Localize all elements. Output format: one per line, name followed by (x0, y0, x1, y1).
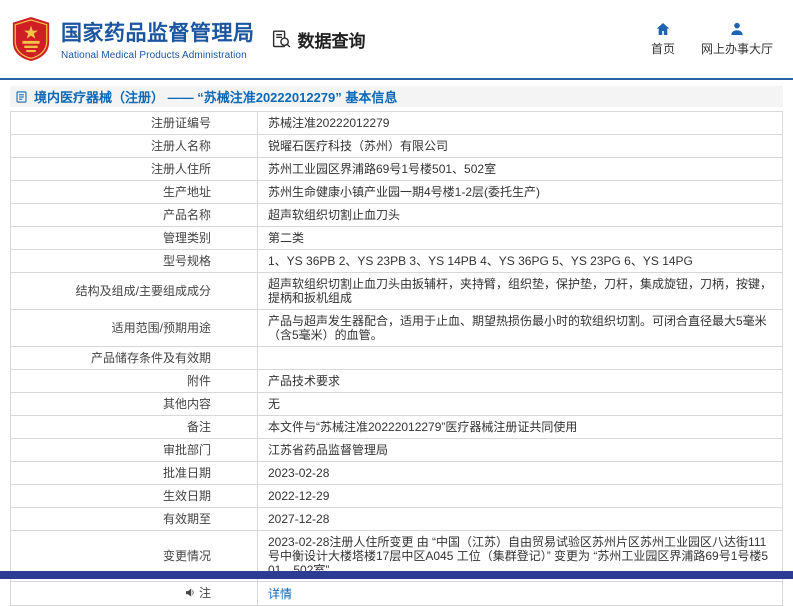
row-value: 锐曜石医疗科技（苏州）有限公司 (257, 134, 783, 158)
row-label: 附件 (10, 369, 258, 393)
data-query-heading: 数据查询 (271, 27, 366, 52)
row-value: 详情 (257, 581, 783, 606)
row-value: 无 (257, 392, 783, 416)
home-icon (655, 21, 671, 37)
table-row: 附件 产品技术要求 (10, 369, 783, 393)
brand: 国家药品监督管理局 National Medical Products Admi… (10, 16, 255, 62)
row-label: 注 (10, 581, 258, 606)
row-value: 江苏省药品监督管理局 (257, 438, 783, 462)
table-row: 注册人名称 锐曜石医疗科技（苏州）有限公司 (10, 134, 783, 158)
document-icon (15, 90, 28, 104)
footer-bar (0, 571, 793, 579)
row-value: 2022-12-29 (257, 484, 783, 508)
top-nav: 首页 网上办事大厅 (651, 21, 773, 57)
org-name-en: National Medical Products Administration (61, 50, 247, 61)
row-value: 本文件与“苏械注准20222012279”医疗器械注册证共同使用 (257, 415, 783, 439)
nmpa-emblem-logo (10, 16, 52, 62)
nav-service-hall[interactable]: 网上办事大厅 (701, 21, 773, 57)
table-row: 结构及组成/主要组成成分 超声软组织切割止血刀头由扳辅杆，夹持臂，组织垫，保护垫，… (10, 272, 783, 310)
row-value: 第二类 (257, 226, 783, 250)
table-row: 生效日期 2022-12-29 (10, 484, 783, 508)
row-value: 产品与超声发生器配合，适用于止血、期望热损伤最小时的软组织切割。可闭合直径最大5… (257, 309, 783, 347)
row-value: 超声软组织切割止血刀头 (257, 203, 783, 227)
content: 境内医疗器械（注册） —— “苏械注准20222012279” 基本信息 注册证… (0, 80, 793, 606)
person-icon (729, 21, 745, 37)
row-value: 苏州生命健康小镇产业园一期4号楼1-2层(委托生产) (257, 180, 783, 204)
table-row: 其他内容无 (10, 392, 783, 416)
nav-home[interactable]: 首页 (651, 21, 675, 57)
org-name: 国家药品监督管理局 (61, 22, 255, 45)
info-table: 注册证编号 苏械注准20222012279 注册人名称 锐曜石医疗科技（苏州）有限公司… (10, 111, 783, 606)
row-label: 注册证编号 (10, 111, 258, 135)
row-label: 审批部门 (10, 438, 258, 462)
row-value: 超声软组织切割止血刀头由扳辅杆，夹持臂，组织垫，保护垫，刀杆，集成旋钮，刀柄，按… (257, 272, 783, 310)
row-value: 2023-02-28 (257, 461, 783, 485)
row-value: 苏州工业园区界浦路69号1号楼501、502室 (257, 157, 783, 181)
table-row: 适用范围/预期用途 产品与超声发生器配合，适用于止血、期望热损伤最小时的软组织切割… (10, 309, 783, 347)
table-row: 注详情 (10, 581, 783, 606)
table-row: 管理类别 第二类 (10, 226, 783, 250)
data-query-icon (271, 29, 292, 50)
row-label: 有效期至 (10, 507, 258, 531)
row-label: 注册人名称 (10, 134, 258, 158)
row-label: 结构及组成/主要组成成分 (10, 272, 258, 310)
table-row: 批准日期 2023-02-28 (10, 461, 783, 485)
row-label: 生效日期 (10, 484, 258, 508)
table-row: 产品储存条件及有效期 (10, 346, 783, 370)
row-label: 批准日期 (10, 461, 258, 485)
row-label: 产品名称 (10, 203, 258, 227)
table-row: 注册证编号 苏械注准20222012279 (10, 111, 783, 135)
site-header: 国家药品监督管理局 National Medical Products Admi… (0, 0, 793, 78)
nav-home-label: 首页 (650, 42, 675, 56)
table-row: 型号规格 1、YS 36PB 2、YS 23PB 3、YS 14PB 4、YS 3… (10, 249, 783, 273)
row-label: 生产地址 (10, 180, 258, 204)
table-row: 备注 本文件与“苏械注准20222012279”医疗器械注册证共同使用 (10, 415, 783, 439)
row-value (257, 346, 783, 370)
row-value: 2027-12-28 (257, 507, 783, 531)
row-value: 苏械注准20222012279 (257, 111, 783, 135)
data-query-label: 数据查询 (297, 31, 366, 51)
table-row: 审批部门 江苏省药品监督管理局 (10, 438, 783, 462)
table-row: 生产地址 苏州生命健康小镇产业园一期4号楼1-2层(委托生产) (10, 180, 783, 204)
brand-text: 国家药品监督管理局 National Medical Products Admi… (61, 17, 255, 61)
row-label: 其他内容 (10, 392, 258, 416)
row-label: 型号规格 (10, 249, 258, 273)
megaphone-icon (185, 587, 196, 601)
breadcrumb-title: 境内医疗器械（注册） —— “苏械注准20222012279” 基本信息 (34, 90, 398, 105)
row-value: 1、YS 36PB 2、YS 23PB 3、YS 14PB 4、YS 36PG … (257, 249, 783, 273)
row-label: 注册人住所 (10, 157, 258, 181)
table-row: 有效期至 2027-12-28 (10, 507, 783, 531)
row-label: 产品储存条件及有效期 (10, 346, 258, 370)
row-label: 适用范围/预期用途 (10, 309, 258, 347)
details-link[interactable]: 详情 (268, 587, 292, 601)
table-row: 注册人住所 苏州工业园区界浦路69号1号楼501、502室 (10, 157, 783, 181)
row-label: 备注 (10, 415, 258, 439)
row-value: 产品技术要求 (257, 369, 783, 393)
row-label: 管理类别 (10, 226, 258, 250)
breadcrumb: 境内医疗器械（注册） —— “苏械注准20222012279” 基本信息 (10, 86, 783, 107)
table-row: 产品名称 超声软组织切割止血刀头 (10, 203, 783, 227)
nav-service-hall-label: 网上办事大厅 (700, 42, 773, 56)
